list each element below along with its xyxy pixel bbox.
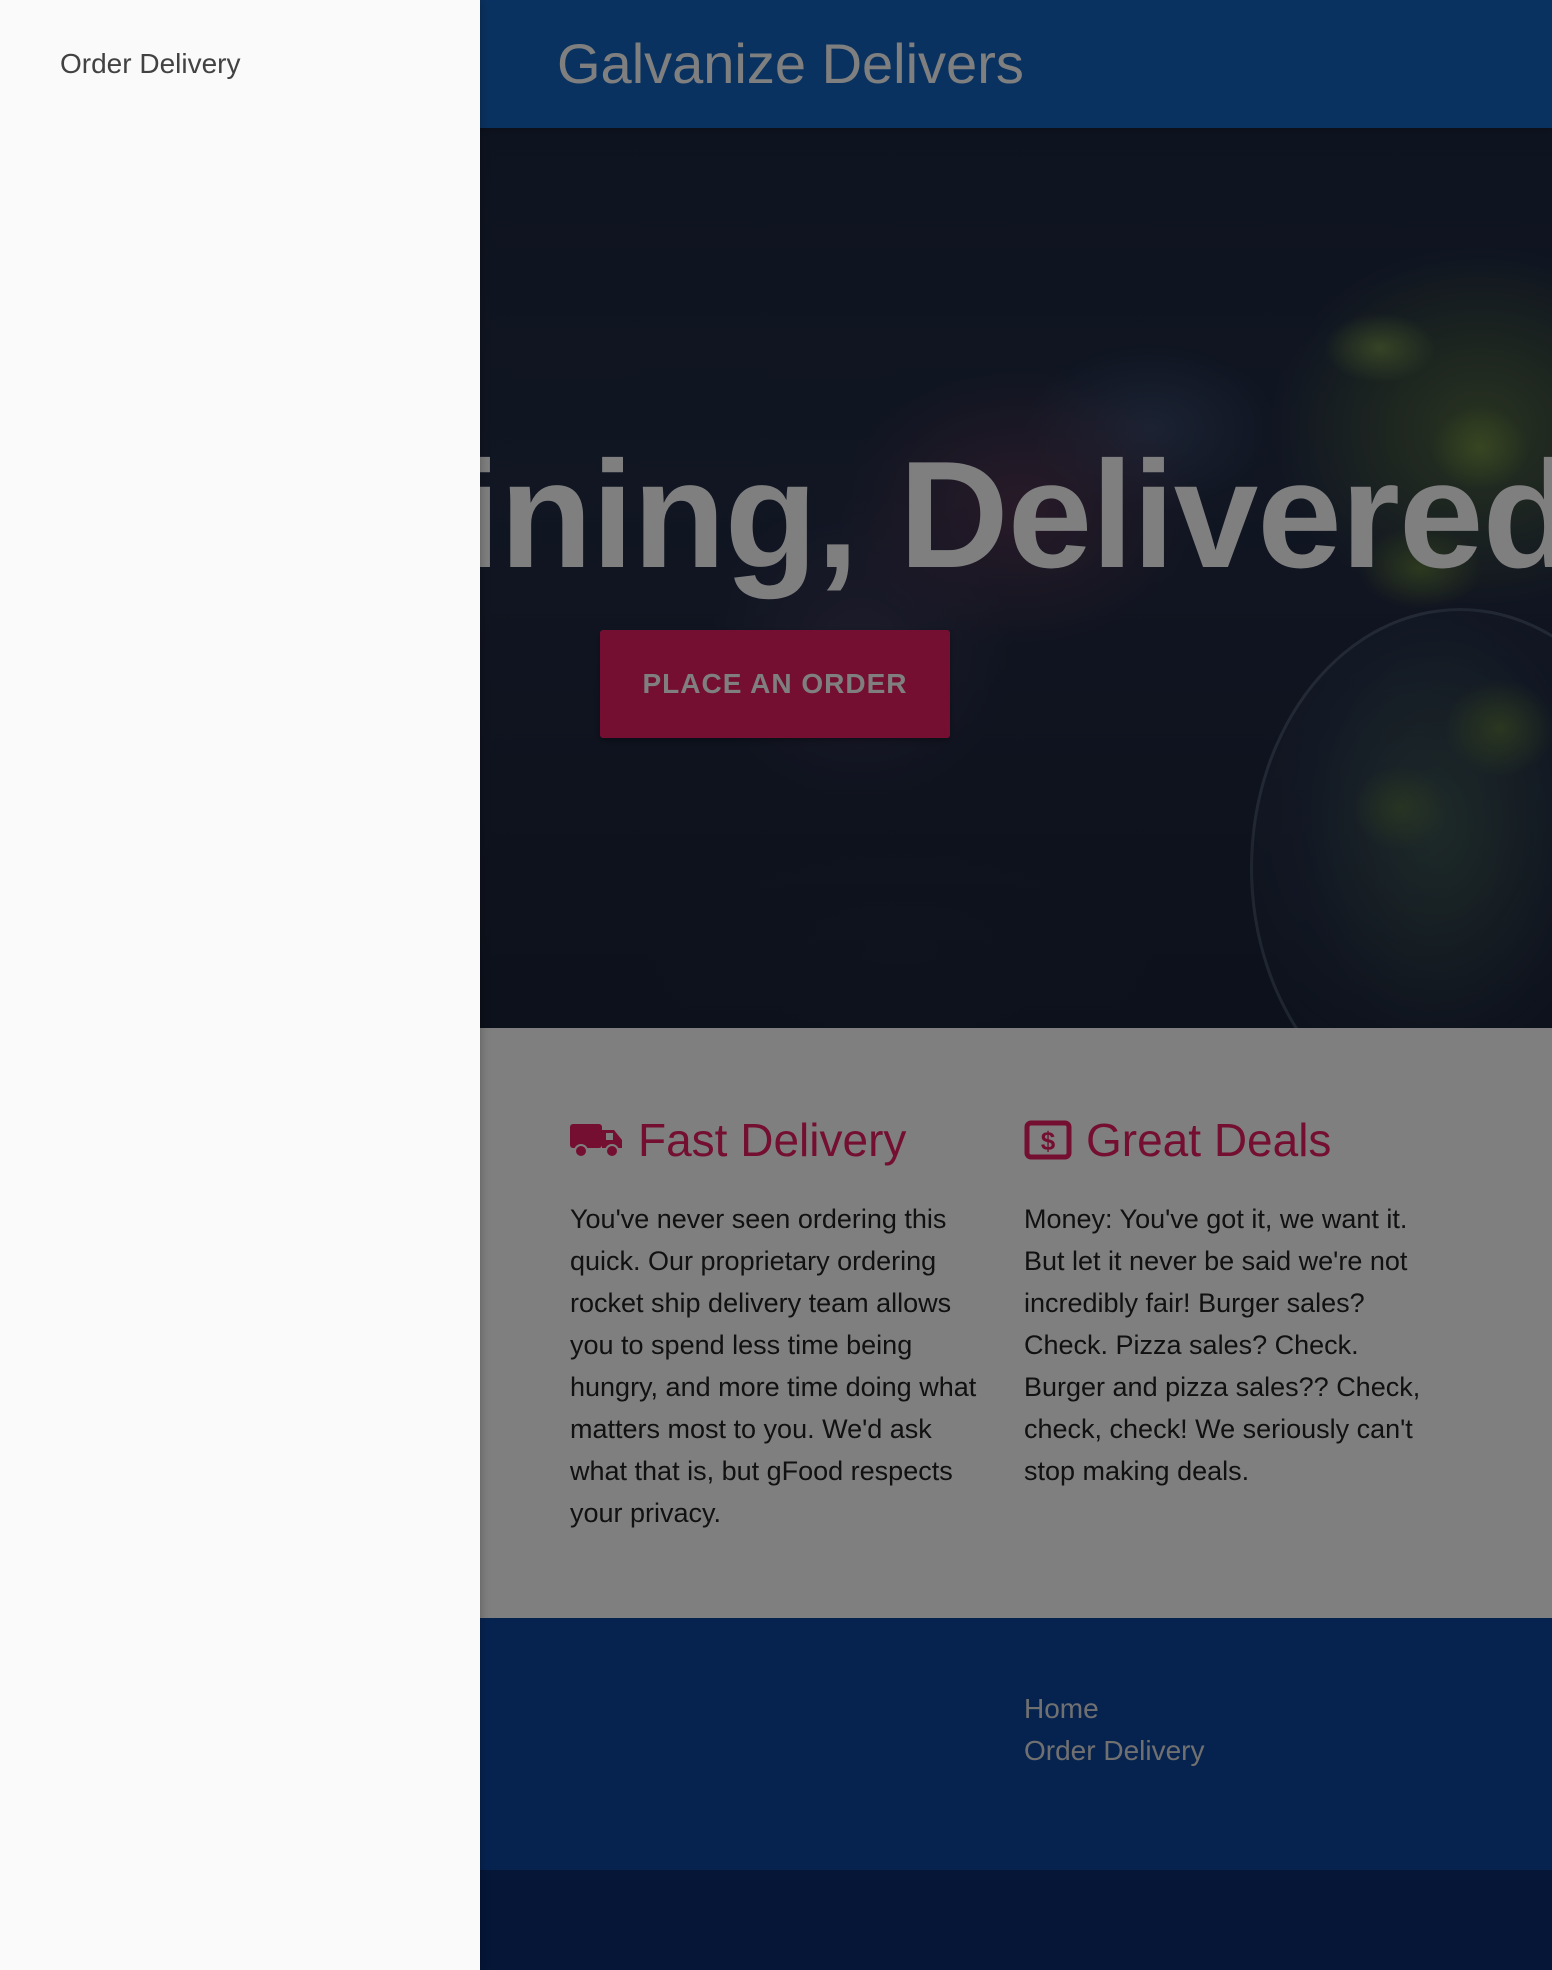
side-nav-drawer: Order Delivery [0,0,480,1970]
page: Galvanize Delivers Fine Dining, Delivere… [0,0,1552,1970]
drawer-item-order-delivery[interactable]: Order Delivery [60,44,240,84]
